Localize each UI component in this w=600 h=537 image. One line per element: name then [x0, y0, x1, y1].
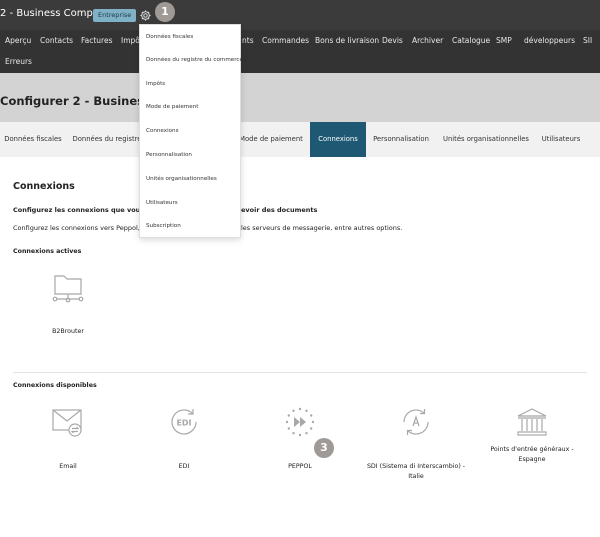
- menu-item-impots[interactable]: Impôts: [146, 81, 165, 87]
- section-description-continued: les serveurs de messagerie, entre autres…: [241, 224, 403, 232]
- nav-item-factures[interactable]: Factures: [81, 36, 112, 45]
- folder-network-icon[interactable]: [51, 272, 85, 304]
- menu-item-donnees-registre-commerce[interactable]: Données du registre du commerce: [146, 57, 243, 63]
- active-connections-heading: Connexions actives: [13, 248, 82, 255]
- plan-badge: Entreprise: [93, 9, 137, 22]
- menu-item-connexions[interactable]: Connexions: [146, 128, 179, 134]
- nav-item-developpeurs[interactable]: développeurs: [524, 36, 575, 45]
- tab-utilisateurs[interactable]: Utilisateurs: [536, 122, 586, 157]
- government-building-icon[interactable]: [515, 406, 549, 438]
- nav-item-contacts[interactable]: Contacts: [40, 36, 73, 45]
- nav-item-archiver[interactable]: Archiver: [412, 36, 443, 45]
- menu-item-mode-paiement[interactable]: Mode de paiement: [146, 104, 198, 110]
- section-description: Configurez les connexions vers Peppol, E…: [13, 224, 152, 232]
- nav-item-catalogue[interactable]: Catalogue: [452, 36, 490, 45]
- nav-item-paiements[interactable]: nts: [242, 36, 254, 45]
- section-description-bold-continued: evoir des documents: [241, 206, 318, 214]
- step-marker-1: 1: [155, 2, 175, 22]
- connection-label-edi[interactable]: EDI: [154, 462, 214, 472]
- tab-mode-paiement[interactable]: Mode de paiement: [238, 122, 304, 157]
- nav-item-smp[interactable]: SMP: [496, 36, 512, 45]
- nav-item-apercu[interactable]: Aperçu: [5, 36, 31, 45]
- nav-item-bons-livraison[interactable]: Bons de livraison: [315, 36, 379, 45]
- nav-item-sii[interactable]: SII: [583, 36, 592, 45]
- section-divider: [13, 372, 587, 373]
- connection-label-sdi[interactable]: SDI (Sistema di Interscambio) - Italie: [366, 462, 466, 482]
- nav-item-commandes[interactable]: Commandes: [262, 36, 309, 45]
- settings-dropdown-menu: Données fiscales Données du registre du …: [139, 24, 243, 238]
- available-connections-heading: Connexions disponibles: [13, 382, 97, 389]
- email-icon[interactable]: [51, 406, 85, 438]
- connection-label-points-entree-espagne[interactable]: Points d'entrée généraux - Espagne: [482, 445, 582, 465]
- tab-connexions[interactable]: Connexions: [310, 122, 366, 157]
- step-marker-3: 3: [314, 438, 334, 458]
- tab-donnees-registre[interactable]: Données du registre: [72, 122, 142, 157]
- menu-item-subscription[interactable]: Subscription: [146, 223, 181, 229]
- menu-item-donnees-fiscales[interactable]: Données fiscales: [146, 34, 193, 40]
- connection-label-email[interactable]: Email: [38, 462, 98, 472]
- connection-label-b2brouter[interactable]: B2Brouter: [38, 327, 98, 337]
- svg-text:EDI: EDI: [176, 419, 191, 428]
- edi-icon[interactable]: EDI: [167, 406, 201, 438]
- nav-item-erreurs[interactable]: Erreurs: [5, 57, 32, 66]
- section-title: Connexions: [13, 181, 75, 192]
- sdi-icon[interactable]: [399, 406, 433, 438]
- nav-item-devis[interactable]: Devis: [382, 36, 403, 45]
- connection-label-peppol[interactable]: PEPPOL: [270, 462, 330, 472]
- menu-item-personnalisation[interactable]: Personnalisation: [146, 152, 192, 158]
- tab-donnees-fiscales[interactable]: Données fiscales: [0, 122, 66, 157]
- peppol-icon[interactable]: [283, 406, 317, 438]
- menu-item-utilisateurs[interactable]: Utilisateurs: [146, 200, 178, 206]
- gear-icon[interactable]: [139, 9, 152, 22]
- tab-personnalisation[interactable]: Personnalisation: [370, 122, 432, 157]
- tab-unites-organisationnelles[interactable]: Unités organisationnelles: [440, 122, 532, 157]
- nav-item-impots[interactable]: Impô: [121, 36, 140, 45]
- menu-item-unites-organisationnelles[interactable]: Unités organisationnelles: [146, 176, 217, 182]
